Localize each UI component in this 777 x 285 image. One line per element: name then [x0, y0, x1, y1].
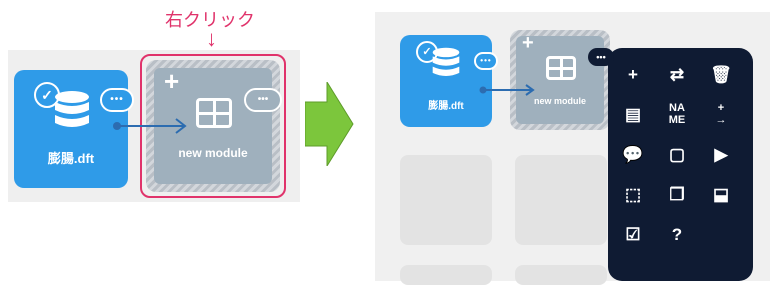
module-node-label: new module — [178, 146, 248, 160]
copy-stack-icon[interactable]: ❐ — [664, 182, 690, 208]
context-more-button[interactable]: ••• — [588, 48, 614, 66]
annotation-arrow: ↓ — [206, 26, 217, 51]
swap-icon[interactable]: ⇄ — [664, 62, 690, 88]
play-icon[interactable]: ▶ — [708, 142, 734, 168]
connector-arrow — [113, 118, 187, 134]
transition-arrow — [305, 82, 354, 166]
module-node-right[interactable]: + new module — [510, 30, 610, 130]
module-grid-icon — [196, 98, 232, 128]
module-more-button[interactable]: ••• — [244, 88, 282, 112]
add-arrow-icon[interactable]: + → — [708, 102, 734, 128]
select-remove-icon[interactable]: ⬚ — [620, 182, 646, 208]
frame-icon[interactable]: ▢ — [664, 142, 690, 168]
checklist-icon[interactable]: ☑ — [620, 222, 646, 248]
trash-icon[interactable]: 🗑 — [708, 62, 734, 88]
comment-icon[interactable]: 💬 — [620, 142, 646, 168]
help-icon[interactable]: ? — [664, 222, 690, 248]
connector-arrow-right — [479, 84, 535, 96]
plus-icon[interactable]: + — [164, 66, 179, 97]
source-node-right[interactable]: ✓ 膨腸.dft — [400, 35, 492, 127]
source-more-button-right[interactable]: ••• — [474, 52, 498, 70]
rename-icon[interactable]: NA ME — [664, 102, 690, 128]
id-card-icon[interactable]: ▤ — [620, 102, 646, 128]
source-node-label-right: 膨腸.dft — [428, 101, 464, 112]
database-icon — [55, 91, 89, 127]
inbox-icon[interactable]: ⬓ — [708, 182, 734, 208]
source-more-button[interactable]: ••• — [100, 88, 134, 112]
database-icon — [432, 47, 460, 76]
module-grid-icon-right — [546, 56, 576, 80]
add-box-icon[interactable]: + — [620, 62, 646, 88]
plus-icon-right[interactable]: + — [522, 32, 534, 55]
source-node-label: 膨腸.dft — [47, 151, 95, 166]
